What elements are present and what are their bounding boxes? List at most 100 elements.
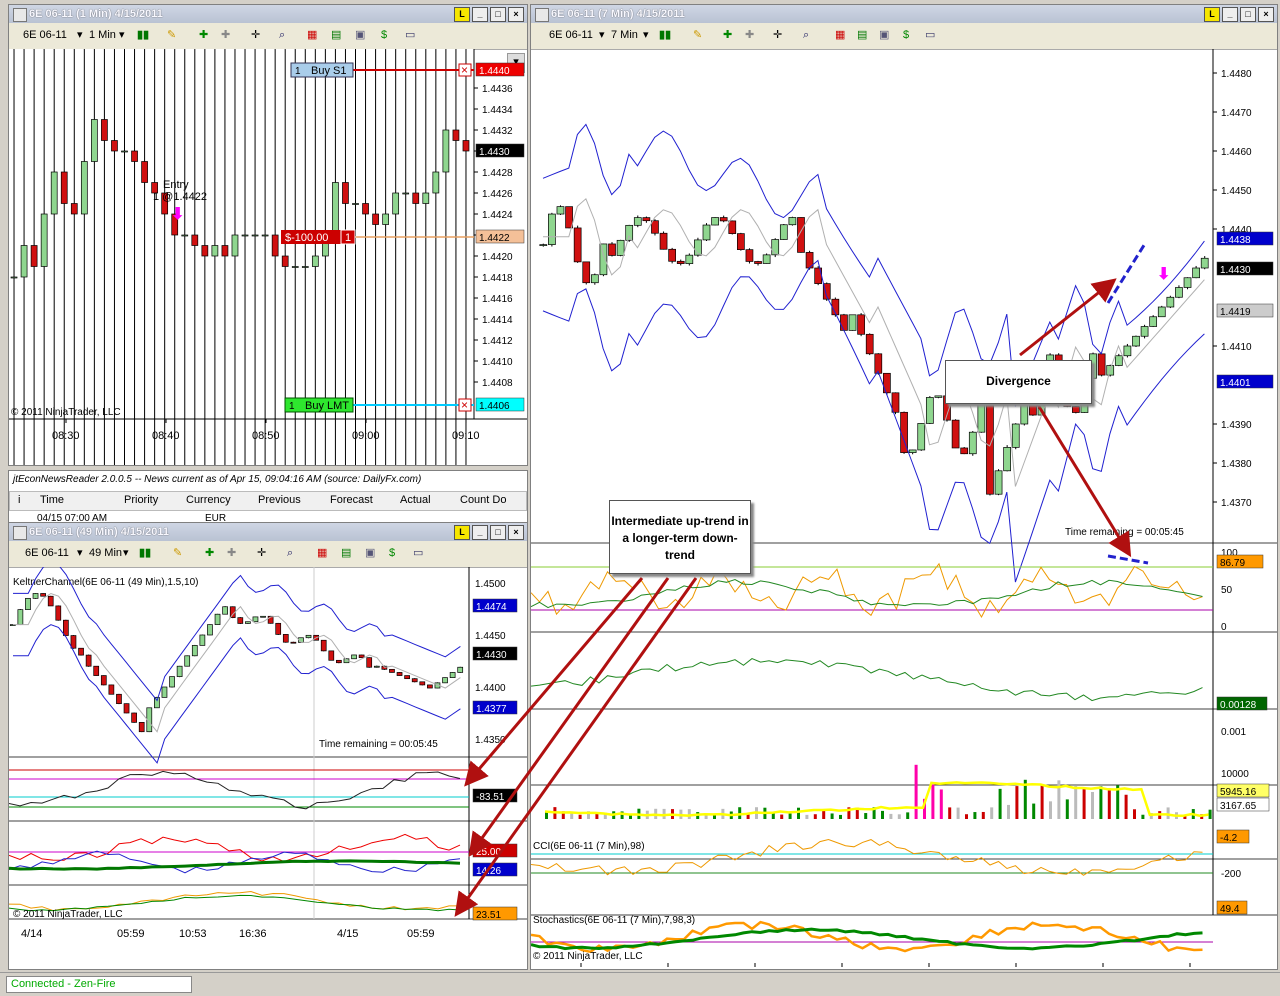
order-label-bottom: Buy LMT [305,400,349,412]
candle-49min [351,654,357,660]
strategies-icon[interactable]: ▤ [331,27,341,44]
candle-1min [281,255,289,267]
crosshair-icon[interactable]: ✛ [257,545,266,562]
zoom-out-icon[interactable]: ✚ [745,27,754,44]
dropdown-arrow-icon[interactable]: ▾ [77,27,83,44]
dollar-icon[interactable]: $ [389,545,395,562]
candle-7min [625,224,634,241]
minimize-button[interactable]: _ [472,525,488,540]
link-button[interactable]: L [454,7,470,22]
candle-49min [85,654,92,667]
col-time[interactable]: Time [40,494,64,506]
price-panel-1min[interactable]: 1.4436 1.4434 1.4432 1.4430 1.4428 1.4426 1.44… [9,49,527,465]
title-bar[interactable]: 6E 06-11 (1 Min) 4/15/2011 L _ □ × [9,5,527,23]
crosshair-icon[interactable]: ✛ [773,27,782,44]
properties-icon[interactable]: ▣ [355,27,365,44]
news-title: jtEconNewsReader 2.0.0.5 -- News current… [13,474,422,485]
col-info[interactable]: i [18,494,20,506]
dropdown-arrow-icon[interactable]: ▾ [123,545,129,562]
close-button[interactable]: × [508,525,524,540]
chart-49min-svg[interactable]: KeltnerChannel(6E 06-11 (49 Min),1.5,10)… [9,567,527,969]
chart-window-49min[interactable]: 6E 06-11 (49 Min) 4/15/2011 L _ □ × 6E 0… [8,522,528,970]
indicators-icon[interactable]: ▦ [317,545,327,562]
dropdown-arrow-icon[interactable]: ▾ [77,545,83,562]
candle-1min [291,266,299,268]
maximize-button[interactable]: □ [490,7,506,22]
data-box-icon[interactable]: ▭ [925,27,935,44]
instrument-selector[interactable]: 6E 06-11 [25,545,69,562]
properties-icon[interactable]: ▣ [879,27,889,44]
zoom-in-icon[interactable]: ✚ [199,27,208,44]
candle-49min [108,684,115,695]
interval-selector[interactable]: 49 Min [89,545,122,562]
indicators-icon[interactable]: ▦ [835,27,845,44]
data-box-icon[interactable]: ▭ [413,545,423,562]
chart-1min-svg[interactable]: 1.4436 1.4434 1.4432 1.4430 1.4428 1.4426 1.44… [9,49,527,465]
price-panel-49min[interactable]: KeltnerChannel(6E 06-11 (49 Min),1.5,10)… [9,567,527,969]
pencil-icon[interactable]: ✎ [693,27,702,44]
strategies-icon[interactable]: ▤ [341,545,351,562]
y-tick-label: 1.4428 [482,168,513,179]
link-button[interactable]: L [1204,7,1220,22]
zoom-out-icon[interactable]: ✚ [227,545,236,562]
bar-type-icon[interactable]: ▮▮ [659,27,671,44]
y-tick-label: 1.4436 [482,84,513,95]
candle-1min [131,150,138,162]
instrument-selector[interactable]: 6E 06-11 [23,27,67,44]
chart-window-1min[interactable]: 6E 06-11 (1 Min) 4/15/2011 L _ □ × 6E 06… [8,4,528,466]
col-actual[interactable]: Actual [400,494,431,506]
minimize-button[interactable]: _ [472,7,488,22]
volume-bar [1141,814,1145,819]
interval-selector[interactable]: 7 Min [611,27,638,44]
col-count-down[interactable]: Count Do [460,494,506,506]
candle-7min [771,239,780,256]
dollar-icon[interactable]: $ [903,27,909,44]
status-bar: Connected - Zen-Fire [0,972,1280,996]
title-bar[interactable]: 6E 06-11 (7 Min) 4/15/2011 L _ □ × [531,5,1277,23]
minimize-button[interactable]: _ [1222,7,1238,22]
instrument-selector[interactable]: 6E 06-11 [549,27,593,44]
magnifier-icon[interactable]: ⌕ [287,545,293,562]
bar-type-icon[interactable]: ▮▮ [139,545,151,562]
strategies-icon[interactable]: ▤ [857,27,867,44]
magnifier-icon[interactable]: ⌕ [279,27,285,44]
upper-band-tag: 1.4474 [476,602,507,613]
dropdown-arrow-icon[interactable]: ▾ [119,27,125,44]
candle-7min [874,353,883,374]
candle-7min [633,217,642,226]
dropdown-arrow-icon[interactable]: ▾ [599,27,605,44]
bar-type-icon[interactable]: ▮▮ [137,27,149,44]
zoom-in-icon[interactable]: ✚ [205,545,214,562]
properties-icon[interactable]: ▣ [365,545,375,562]
pencil-icon[interactable]: ✎ [167,27,176,44]
close-button[interactable]: × [508,7,524,22]
y-tick-label: 1.4450 [1221,186,1252,197]
zoom-out-icon[interactable]: ✚ [221,27,230,44]
col-currency[interactable]: Currency [186,494,231,506]
volume-bar [780,814,784,819]
crosshair-icon[interactable]: ✛ [251,27,260,44]
interval-selector[interactable]: 1 Min [89,27,116,44]
maximize-button[interactable]: □ [1240,7,1256,22]
indicators-icon[interactable]: ▦ [307,27,317,44]
zoom-in-icon[interactable]: ✚ [723,27,732,44]
chart-window-7min[interactable]: 6E 06-11 (7 Min) 4/15/2011 L _ □ × 6E 06… [530,4,1278,970]
col-previous[interactable]: Previous [258,494,301,506]
candle-7min [719,217,728,222]
candle-49min [161,686,168,698]
maximize-button[interactable]: □ [490,525,506,540]
link-button[interactable]: L [454,525,470,540]
y-tick-label: 1.4380 [1221,459,1252,470]
title-bar[interactable]: 6E 06-11 (49 Min) 4/15/2011 L _ □ × [9,523,527,541]
volume-bar [864,813,868,819]
magnifier-icon[interactable]: ⌕ [803,27,809,44]
dropdown-arrow-icon[interactable]: ▾ [643,27,649,44]
data-box-icon[interactable]: ▭ [405,27,415,44]
dollar-icon[interactable]: $ [381,27,387,44]
close-button[interactable]: × [1258,7,1274,22]
candle-1min [221,245,229,257]
volume-bar [1124,794,1128,819]
col-forecast[interactable]: Forecast [330,494,373,506]
col-priority[interactable]: Priority [124,494,158,506]
pencil-icon[interactable]: ✎ [173,545,182,562]
